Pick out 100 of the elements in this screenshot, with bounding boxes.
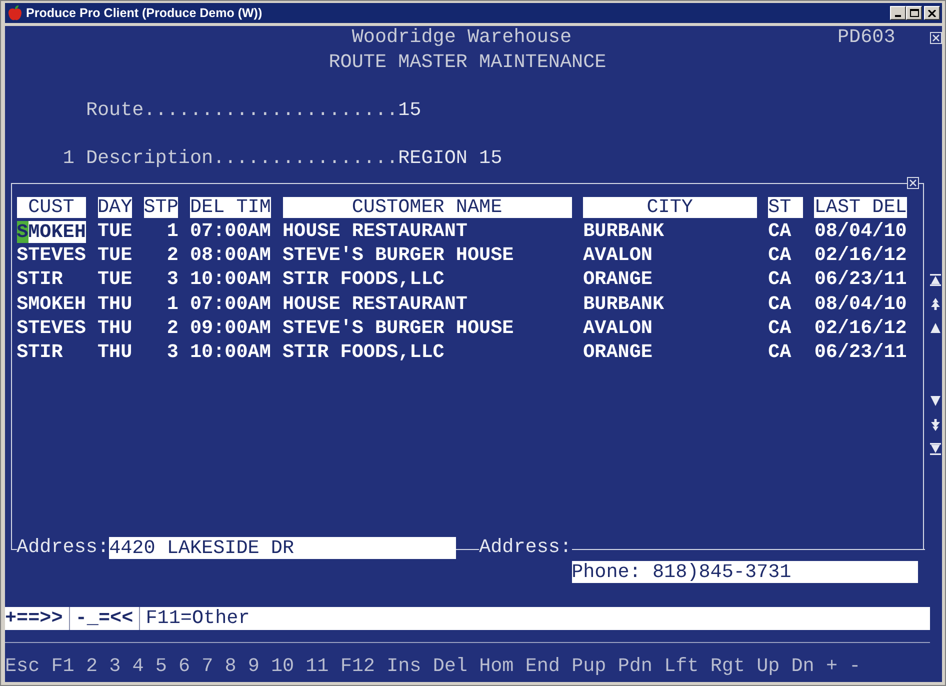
maximize-button[interactable] [906,6,922,20]
table-cell: STIR FOODS,LLC [282,270,444,290]
table-cell: THU [98,294,132,314]
double-up-arrow-icon[interactable] [930,298,942,310]
column-header: CITY [583,196,757,218]
function-key[interactable]: 3 [109,657,121,677]
close-button[interactable] [924,6,940,20]
function-key[interactable]: - [849,657,861,677]
function-key[interactable]: 8 [224,657,236,677]
table-cell: CA [768,294,792,314]
field-label: Description................ [86,149,398,169]
close-icon[interactable] [930,32,942,44]
table-cell: 3 [166,270,178,290]
table-cell: CA [768,222,792,242]
function-key[interactable]: + [826,657,838,677]
function-key[interactable]: Esc [5,657,40,677]
table-cell: STIR FOODS,LLC [282,342,444,362]
table-cell: 08:00AM [190,246,271,266]
function-key[interactable]: 2 [86,657,98,677]
table-cell: AVALON [583,246,652,266]
function-key[interactable]: Ins [386,657,422,677]
table-cell: STEVES [16,246,86,266]
table-cell: BURBANK [583,222,664,242]
function-key[interactable]: Pup [572,657,606,677]
double-down-arrow-icon[interactable] [930,419,942,432]
table-cell: 08/04/10 [814,294,907,314]
table-cell: 06/23/11 [814,342,907,362]
column-header: DEL TIM [190,196,271,218]
function-key[interactable]: Pdn [618,657,652,677]
up-arrow-icon[interactable] [930,322,942,334]
function-key[interactable]: 4 [132,657,144,677]
close-icon[interactable] [906,177,919,190]
function-key[interactable]: Lft [664,657,699,677]
function-key[interactable]: F12 [340,657,375,677]
function-key[interactable]: Rgt [710,657,745,677]
table-cell: 2 [166,246,178,266]
table-cell: HOUSE RESTAURANT [282,294,468,314]
table-cell: 10:00AM [190,270,271,290]
function-key[interactable]: 10 [270,657,294,677]
table-cell: HOUSE RESTAURANT [282,222,468,242]
table-cell: STEVE'S BURGER HOUSE [282,318,514,338]
column-header: ST [768,196,803,218]
table-cell: TUE [98,222,132,242]
column-header: DAY [98,196,132,218]
command-button[interactable]: +==>> [5,607,70,630]
close-icon [928,10,936,16]
function-key[interactable]: 6 [178,657,190,677]
phone-field[interactable]: Phone: 818)845-3731 [572,560,918,583]
table-cell: AVALON [583,318,652,338]
table-cell: ORANGE [583,270,652,290]
table-cell: 07:00AM [190,222,271,242]
function-key[interactable]: Hom [479,657,514,677]
column-header: LAST DEL [814,196,907,218]
arrow-to-top-icon[interactable] [930,274,942,286]
function-key[interactable]: F1 [51,657,74,677]
field-value: 15 [398,101,422,120]
table-cell: STEVE'S BURGER HOUSE [282,246,514,266]
table-cell: CA [768,318,792,338]
apple-icon [7,5,23,21]
table-cell: TUE [98,246,132,266]
table-cell: CA [768,270,792,290]
column-header: CUST [16,196,86,218]
function-key[interactable]: 7 [202,657,214,677]
function-key[interactable]: 11 [306,657,329,677]
company-name: Woodridge Warehouse [352,28,572,48]
table-cell: STIR [16,342,63,362]
table-cell: TUE [98,270,132,290]
function-key[interactable]: Dn [791,657,814,677]
function-key[interactable]: 9 [248,657,260,677]
address-label: Address: [479,538,572,558]
arrow-to-bottom-icon[interactable] [930,443,942,456]
table-cell: 09:00AM [190,318,271,338]
table-cell: STIR [16,270,63,290]
screen-title: ROUTE MASTER MAINTENANCE [328,52,606,72]
field-value: REGION 15 [398,149,502,169]
field-label: Route...................... [86,101,398,120]
column-header: CUSTOMER NAME [282,196,572,218]
table-cell: 1 [166,294,178,314]
table-cell: SMOKEH [16,294,86,314]
maximize-icon [910,9,918,17]
function-key[interactable]: End [525,657,560,677]
table-cell: 02/16/12 [814,246,907,266]
prompt-number: 1 [62,149,74,169]
table-cell: CA [768,246,792,266]
table-cell: 07:00AM [190,294,271,314]
table-cell: CA [768,342,792,362]
column-header: STP [144,196,178,218]
function-key[interactable]: 5 [155,657,167,677]
minimize-button[interactable] [890,6,906,20]
table-cell: STEVES [16,318,86,338]
table-cell: 06/23/11 [814,270,907,290]
window-title: Produce Pro Client (Produce Demo (W)) [26,6,262,20]
down-arrow-icon[interactable] [930,394,942,407]
function-key[interactable]: Up [756,657,780,677]
table-cell: 02/16/12 [814,318,907,338]
function-key[interactable]: Del [432,657,468,677]
table-cell: 3 [166,342,178,362]
table-cell: THU [98,342,132,362]
table-cell: 08/04/10 [814,222,907,242]
address-field[interactable]: 4420 LAKESIDE DR [109,536,456,559]
